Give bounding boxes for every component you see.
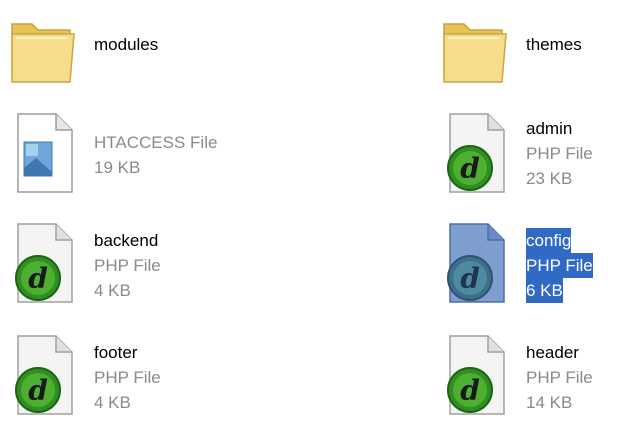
dreamweaver-php-icon: d xyxy=(440,218,512,308)
file-item-themes[interactable]: themes xyxy=(440,8,620,108)
svg-text:d: d xyxy=(460,152,480,185)
svg-text:d: d xyxy=(28,374,48,407)
file-type: PHP File xyxy=(526,368,593,387)
file-item-footer[interactable]: d footer PHP File 4 KB xyxy=(8,330,268,430)
file-name: admin xyxy=(526,119,573,138)
file-size: 23 KB xyxy=(526,169,573,188)
file-item-header[interactable]: d header PHP File 14 KB xyxy=(440,330,620,430)
file-size: 4 KB xyxy=(94,393,131,412)
file-name: header xyxy=(526,343,579,362)
file-name: config xyxy=(526,228,572,253)
generic-file-icon xyxy=(8,108,80,198)
file-item-config[interactable]: d config PHP File 6 KB xyxy=(440,218,620,318)
file-name: footer xyxy=(94,343,138,362)
folder-icon xyxy=(440,8,512,98)
file-type: HTACCESS File xyxy=(94,133,218,152)
file-size: 19 KB xyxy=(94,158,141,177)
file-type: PHP File xyxy=(526,253,593,278)
folder-icon xyxy=(8,8,80,98)
file-size: 6 KB xyxy=(526,278,563,303)
file-item-backend[interactable]: d backend PHP File 4 KB xyxy=(8,218,268,318)
file-type: PHP File xyxy=(94,368,161,387)
svg-text:d: d xyxy=(460,374,480,407)
file-size: 4 KB xyxy=(94,281,131,300)
file-item-htaccess[interactable]: HTACCESS File 19 KB xyxy=(8,108,268,208)
file-item-admin[interactable]: d admin PHP File 23 KB xyxy=(440,108,620,208)
file-type: PHP File xyxy=(94,256,161,275)
dreamweaver-php-icon: d xyxy=(440,108,512,198)
dreamweaver-php-icon: d xyxy=(8,218,80,308)
file-name: backend xyxy=(94,231,159,250)
file-name: themes xyxy=(526,35,582,54)
svg-text:d: d xyxy=(460,262,480,295)
file-type: PHP File xyxy=(526,144,593,163)
file-item-modules[interactable]: modules xyxy=(8,8,268,108)
dreamweaver-php-icon: d xyxy=(8,330,80,420)
dreamweaver-php-icon: d xyxy=(440,330,512,420)
svg-text:d: d xyxy=(28,262,48,295)
file-name: modules xyxy=(94,35,159,54)
file-size: 14 KB xyxy=(526,393,573,412)
